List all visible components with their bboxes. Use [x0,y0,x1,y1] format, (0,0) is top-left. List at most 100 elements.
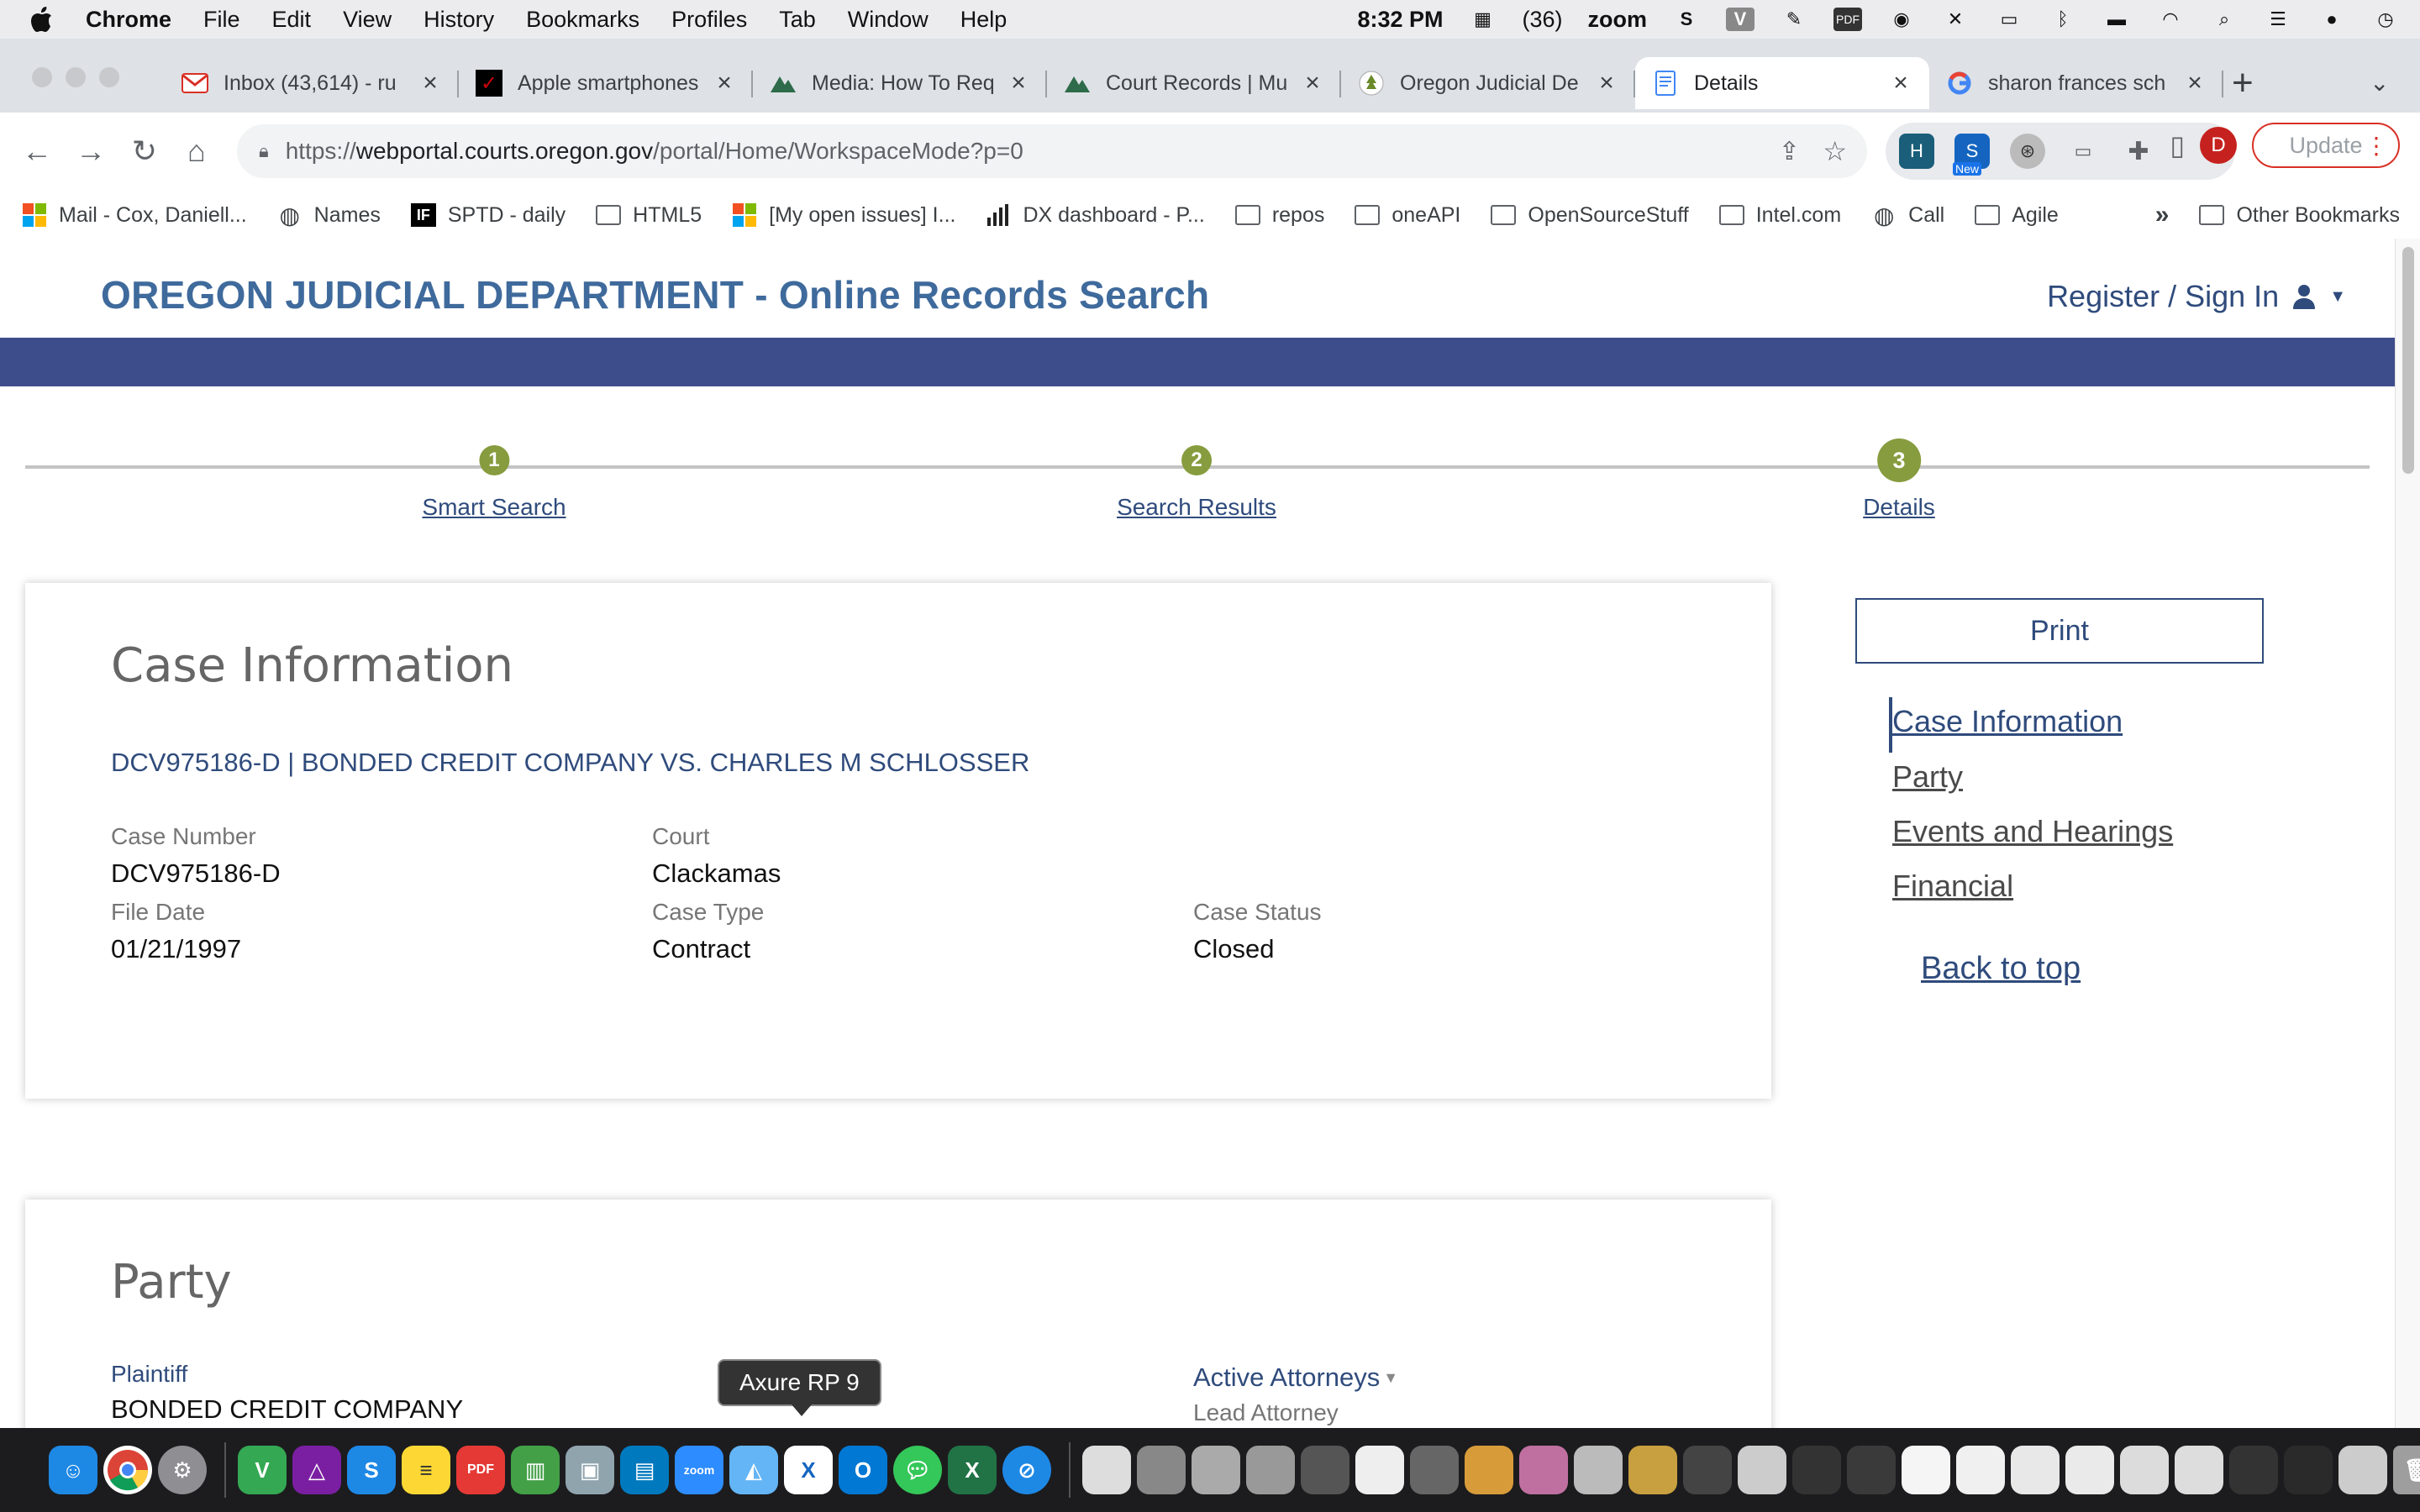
close-tab-icon[interactable]: × [418,69,442,97]
menu-edit[interactable]: Edit [272,7,312,33]
finder-icon[interactable]: ☺ [49,1446,97,1494]
s-app-icon[interactable]: S [1672,8,1701,31]
bookmark-item[interactable]: Intel.com [1718,203,1841,228]
minimized-window-thumbnail[interactable] [1410,1446,1459,1494]
calendar-count[interactable]: (36) [1522,7,1562,33]
menu-bookmarks[interactable]: Bookmarks [526,7,639,33]
s-app-icon[interactable]: S [347,1446,396,1494]
nav-party[interactable]: Party [1892,759,1963,795]
clock-icon[interactable]: ◷ [2371,8,2400,31]
tab-google-search[interactable]: sharon frances sch × [1929,57,2223,109]
profile-avatar[interactable]: D [2200,127,2237,164]
affinity-icon[interactable]: △ [292,1446,341,1494]
print-button[interactable]: Print [1855,598,2264,664]
bookmark-item[interactable]: Mail - Cox, Daniell... [22,203,247,228]
messages-icon[interactable]: 💬︎ [893,1446,942,1494]
tab-court-records[interactable]: Court Records | Mu × [1047,57,1341,109]
minimized-window-thumbnail[interactable] [1574,1446,1623,1494]
step-link-smart-search[interactable]: Smart Search [422,494,566,521]
zoom-window-button[interactable] [99,67,119,87]
minimized-window-thumbnail[interactable] [1355,1446,1404,1494]
extension-cast-icon[interactable]: ▭ [2065,134,2101,169]
bookmark-item[interactable]: IF SPTD - daily [410,203,566,228]
site-title[interactable]: OREGON JUDICIAL DEPARTMENT - Online Reco… [101,272,1209,318]
system-preferences-icon[interactable]: ⚙ [158,1446,207,1494]
bookmark-item[interactable]: [My open issues] I... [732,203,955,228]
home-button[interactable]: ⌂ [178,133,215,170]
close-tab-icon[interactable]: × [1595,69,1618,97]
menu-file[interactable]: File [203,7,240,33]
vim-icon[interactable]: V [238,1446,287,1494]
minimized-window-thumbnail[interactable] [1137,1446,1186,1494]
display-icon[interactable]: ▭ [1995,8,2023,31]
step-link-details[interactable]: Details [1863,494,1935,521]
numbers-icon[interactable]: ▥ [511,1446,560,1494]
battery-icon[interactable]: ▬ [2102,8,2131,31]
bookmark-star-icon[interactable]: ☆ [1823,135,1847,167]
tab-apple-smartphones[interactable]: ✓ Apple smartphones × [459,57,753,109]
minimized-window-thumbnail[interactable] [1246,1446,1295,1494]
safari-icon[interactable]: ⊘ [1002,1446,1051,1494]
menu-app-name[interactable]: Chrome [86,7,171,33]
menu-window[interactable]: Window [848,7,929,33]
back-button[interactable]: ← [18,133,55,170]
close-tab-icon[interactable]: × [1007,69,1030,97]
minimized-window-thumbnail[interactable] [1465,1446,1513,1494]
minimized-window-thumbnail[interactable] [2338,1446,2387,1494]
minimized-window-thumbnail[interactable] [2120,1446,2169,1494]
update-button[interactable]: Update ⋮ [2252,123,2400,168]
minimized-window-thumbnail[interactable] [2065,1446,2114,1494]
close-tab-icon[interactable]: × [1301,69,1324,97]
minimized-window-thumbnail[interactable] [2284,1446,2333,1494]
tab-oregon-judicial[interactable]: Oregon Judicial De × [1341,57,1635,109]
pdf-app-icon[interactable]: PDF [456,1446,505,1494]
minimized-window-thumbnail[interactable] [1192,1446,1240,1494]
active-attorneys-toggle[interactable]: Active Attorneys ▼ [1193,1362,1398,1393]
minimized-window-thumbnail[interactable] [2229,1446,2278,1494]
minimized-window-thumbnail[interactable] [2175,1446,2223,1494]
close-tab-icon[interactable]: × [1889,69,1912,97]
bookmark-item[interactable]: DX dashboard - P... [986,203,1205,228]
bookmark-item[interactable]: ◍ Call [1871,202,1944,228]
v-app-icon[interactable]: V [1726,8,1754,31]
share-icon[interactable]: ⇪ [1779,137,1800,166]
menu-profiles[interactable]: Profiles [671,7,747,33]
minimized-window-thumbnail[interactable] [1683,1446,1732,1494]
side-panel-icon[interactable]: ▯ [2170,129,2185,161]
tab-search-chevron-icon[interactable]: ⌄ [2370,69,2389,97]
bookmark-item[interactable]: HTML5 [596,203,702,228]
excel-icon[interactable]: X [948,1446,997,1494]
menu-tab[interactable]: Tab [779,7,816,33]
minimized-window-thumbnail[interactable] [1792,1446,1841,1494]
minimized-window-thumbnail[interactable] [1301,1446,1349,1494]
tab-details[interactable]: Details × [1635,57,1929,109]
minimized-window-thumbnail[interactable] [1628,1446,1677,1494]
chrome-icon[interactable] [103,1446,152,1494]
zoom-icon[interactable]: zoom [675,1446,723,1494]
siri-icon[interactable]: ● [2317,8,2346,31]
close-tab-icon[interactable]: × [2183,69,2207,97]
sign-in-menu[interactable]: Register / Sign In ▼ [2047,279,2346,314]
bookmark-item[interactable]: ◍ Names [277,202,380,228]
minimized-window-thumbnail[interactable] [1082,1446,1131,1494]
kebab-menu-icon[interactable]: ⋮ [2365,132,2388,160]
forward-button[interactable]: → [72,133,109,170]
reload-button[interactable]: ↻ [126,133,163,170]
preview-icon[interactable]: ▣ [566,1446,614,1494]
extension-h-icon[interactable]: H [1899,134,1934,169]
minimized-window-thumbnail[interactable] [1738,1446,1786,1494]
notification-app-icon[interactable]: ✎ [1780,8,1808,31]
menu-history[interactable]: History [424,7,494,33]
nav-case-information[interactable]: Case Information [1892,704,2123,739]
scrollbar-thumb[interactable] [2402,247,2414,474]
bookmark-item[interactable]: Agile [1975,203,2059,228]
calendar-icon[interactable]: ▦ [1468,8,1497,31]
bookmark-item[interactable]: OpenSourceStuff [1491,203,1689,228]
step-link-search-results[interactable]: Search Results [1117,494,1276,521]
address-bar[interactable]: 🔒︎ https://webportal.courts.oregon.gov/p… [237,124,1867,178]
minimized-window-thumbnail[interactable] [1847,1446,1896,1494]
clock[interactable]: 8:32 PM [1357,7,1443,33]
airdrop-icon[interactable]: ◉ [1887,8,1916,31]
pdf-icon[interactable]: PDF [1833,8,1862,31]
notes-icon[interactable]: ≡ [402,1446,450,1494]
